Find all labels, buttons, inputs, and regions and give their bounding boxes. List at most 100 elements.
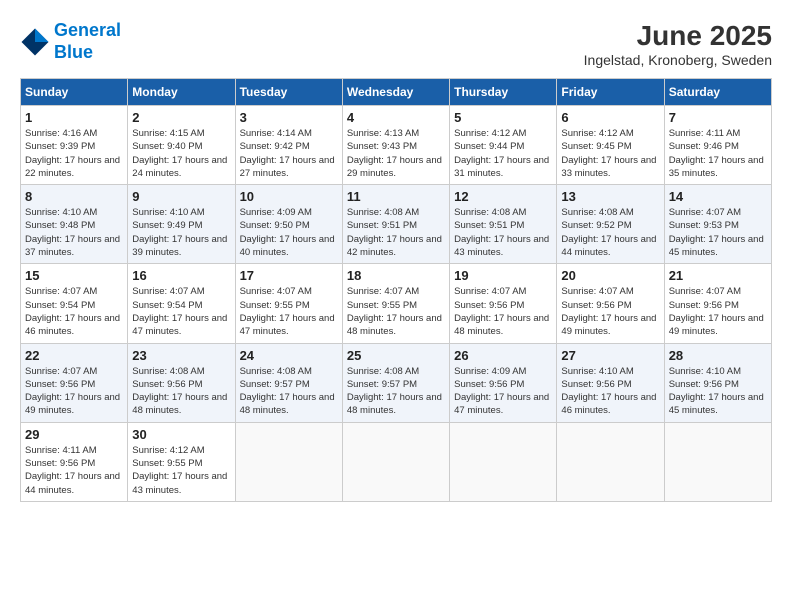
day-cell-21: 21Sunrise: 4:07 AMSunset: 9:56 PMDayligh… <box>664 264 771 343</box>
day-info: Sunrise: 4:14 AMSunset: 9:42 PMDaylight:… <box>240 127 338 180</box>
title-area: June 2025 Ingelstad, Kronoberg, Sweden <box>584 20 772 68</box>
week-row-5: 29Sunrise: 4:11 AMSunset: 9:56 PMDayligh… <box>21 422 772 501</box>
logo: General Blue <box>20 20 121 63</box>
day-number: 25 <box>347 348 445 363</box>
day-cell-7: 7Sunrise: 4:11 AMSunset: 9:46 PMDaylight… <box>664 106 771 185</box>
day-info: Sunrise: 4:10 AMSunset: 9:56 PMDaylight:… <box>561 365 659 418</box>
day-cell-9: 9 Sunrise: 4:10 AMSunset: 9:49 PMDaylight… <box>128 185 235 264</box>
day-info: Sunrise: 4:07 AMSunset: 9:56 PMDaylight:… <box>454 285 552 338</box>
day-info: Sunrise: 4:07 AMSunset: 9:53 PMDaylight:… <box>669 206 767 259</box>
day-info: Sunrise: 4:08 AMSunset: 9:57 PMDaylight:… <box>347 365 445 418</box>
day-number: 28 <box>669 348 767 363</box>
day-info: Sunrise: 4:07 AMSunset: 9:54 PMDaylight:… <box>132 285 230 338</box>
day-number: 17 <box>240 268 338 283</box>
day-number: 2 <box>132 110 230 125</box>
col-friday: Friday <box>557 79 664 106</box>
day-number: 26 <box>454 348 552 363</box>
day-info: Sunrise: 4:15 AMSunset: 9:40 PMDaylight:… <box>132 127 230 180</box>
day-number: 18 <box>347 268 445 283</box>
day-number: 1 <box>25 110 123 125</box>
day-cell-26: 26Sunrise: 4:09 AMSunset: 9:56 PMDayligh… <box>450 343 557 422</box>
day-cell-20: 20 Sunrise: 4:07 AMSunset: 9:56 PMDayligh… <box>557 264 664 343</box>
day-number: 21 <box>669 268 767 283</box>
day-number: 19 <box>454 268 552 283</box>
logo-text: General Blue <box>54 20 121 63</box>
day-info: Sunrise: 4:07 AMSunset: 9:55 PMDaylight:… <box>240 285 338 338</box>
day-number: 8 <box>25 189 123 204</box>
day-number: 22 <box>25 348 123 363</box>
day-cell-18: 18 Sunrise: 4:07 AMSunset: 9:55 PMDayligh… <box>342 264 449 343</box>
week-row-2: 8 Sunrise: 4:10 AMSunset: 9:48 PMDaylight… <box>21 185 772 264</box>
col-sunday: Sunday <box>21 79 128 106</box>
day-info: Sunrise: 4:11 AMSunset: 9:56 PMDaylight:… <box>25 444 123 497</box>
day-number: 16 <box>132 268 230 283</box>
day-info: Sunrise: 4:08 AMSunset: 9:51 PMDaylight:… <box>454 206 552 259</box>
day-cell-25: 25 Sunrise: 4:08 AMSunset: 9:57 PMDayligh… <box>342 343 449 422</box>
day-cell-22: 22 Sunrise: 4:07 AMSunset: 9:56 PMDayligh… <box>21 343 128 422</box>
empty-cell <box>450 422 557 501</box>
day-number: 6 <box>561 110 659 125</box>
day-number: 15 <box>25 268 123 283</box>
empty-cell <box>664 422 771 501</box>
day-info: Sunrise: 4:07 AMSunset: 9:56 PMDaylight:… <box>25 365 123 418</box>
week-row-4: 22 Sunrise: 4:07 AMSunset: 9:56 PMDayligh… <box>21 343 772 422</box>
week-row-1: 1 Sunrise: 4:16 AMSunset: 9:39 PMDaylight… <box>21 106 772 185</box>
day-info: Sunrise: 4:16 AMSunset: 9:39 PMDaylight:… <box>25 127 123 180</box>
day-cell-10: 10Sunrise: 4:09 AMSunset: 9:50 PMDayligh… <box>235 185 342 264</box>
day-info: Sunrise: 4:08 AMSunset: 9:52 PMDaylight:… <box>561 206 659 259</box>
day-info: Sunrise: 4:08 AMSunset: 9:56 PMDaylight:… <box>132 365 230 418</box>
day-cell-28: 28 Sunrise: 4:10 AMSunset: 9:56 PMDayligh… <box>664 343 771 422</box>
day-info: Sunrise: 4:08 AMSunset: 9:51 PMDaylight:… <box>347 206 445 259</box>
day-cell-1: 1 Sunrise: 4:16 AMSunset: 9:39 PMDaylight… <box>21 106 128 185</box>
day-info: Sunrise: 4:08 AMSunset: 9:57 PMDaylight:… <box>240 365 338 418</box>
col-wednesday: Wednesday <box>342 79 449 106</box>
day-info: Sunrise: 4:12 AMSunset: 9:44 PMDaylight:… <box>454 127 552 180</box>
day-number: 20 <box>561 268 659 283</box>
day-cell-12: 12 Sunrise: 4:08 AMSunset: 9:51 PMDayligh… <box>450 185 557 264</box>
day-info: Sunrise: 4:13 AMSunset: 9:43 PMDaylight:… <box>347 127 445 180</box>
day-cell-8: 8 Sunrise: 4:10 AMSunset: 9:48 PMDaylight… <box>21 185 128 264</box>
day-cell-19: 19 Sunrise: 4:07 AMSunset: 9:56 PMDayligh… <box>450 264 557 343</box>
day-cell-24: 24 Sunrise: 4:08 AMSunset: 9:57 PMDayligh… <box>235 343 342 422</box>
day-info: Sunrise: 4:07 AMSunset: 9:54 PMDaylight:… <box>25 285 123 338</box>
calendar-table: Sunday Monday Tuesday Wednesday Thursday… <box>20 78 772 502</box>
day-info: Sunrise: 4:07 AMSunset: 9:55 PMDaylight:… <box>347 285 445 338</box>
day-number: 9 <box>132 189 230 204</box>
day-number: 24 <box>240 348 338 363</box>
week-row-3: 15 Sunrise: 4:07 AMSunset: 9:54 PMDayligh… <box>21 264 772 343</box>
day-info: Sunrise: 4:10 AMSunset: 9:56 PMDaylight:… <box>669 365 767 418</box>
day-info: Sunrise: 4:07 AMSunset: 9:56 PMDaylight:… <box>561 285 659 338</box>
logo-icon <box>20 27 50 57</box>
col-monday: Monday <box>128 79 235 106</box>
day-cell-17: 17 Sunrise: 4:07 AMSunset: 9:55 PMDayligh… <box>235 264 342 343</box>
empty-cell <box>557 422 664 501</box>
day-cell-2: 2 Sunrise: 4:15 AMSunset: 9:40 PMDaylight… <box>128 106 235 185</box>
day-number: 11 <box>347 189 445 204</box>
day-cell-23: 23 Sunrise: 4:08 AMSunset: 9:56 PMDayligh… <box>128 343 235 422</box>
day-cell-27: 27Sunrise: 4:10 AMSunset: 9:56 PMDayligh… <box>557 343 664 422</box>
day-cell-29: 29Sunrise: 4:11 AMSunset: 9:56 PMDayligh… <box>21 422 128 501</box>
day-cell-16: 16 Sunrise: 4:07 AMSunset: 9:54 PMDayligh… <box>128 264 235 343</box>
day-number: 13 <box>561 189 659 204</box>
day-cell-13: 13 Sunrise: 4:08 AMSunset: 9:52 PMDayligh… <box>557 185 664 264</box>
day-number: 23 <box>132 348 230 363</box>
day-number: 30 <box>132 427 230 442</box>
day-cell-3: 3Sunrise: 4:14 AMSunset: 9:42 PMDaylight… <box>235 106 342 185</box>
day-info: Sunrise: 4:12 AMSunset: 9:45 PMDaylight:… <box>561 127 659 180</box>
day-cell-30: 30 Sunrise: 4:12 AMSunset: 9:55 PMDayligh… <box>128 422 235 501</box>
day-info: Sunrise: 4:10 AMSunset: 9:48 PMDaylight:… <box>25 206 123 259</box>
day-number: 5 <box>454 110 552 125</box>
day-info: Sunrise: 4:12 AMSunset: 9:55 PMDaylight:… <box>132 444 230 497</box>
day-info: Sunrise: 4:10 AMSunset: 9:49 PMDaylight:… <box>132 206 230 259</box>
day-cell-4: 4Sunrise: 4:13 AMSunset: 9:43 PMDaylight… <box>342 106 449 185</box>
empty-cell <box>235 422 342 501</box>
day-number: 12 <box>454 189 552 204</box>
empty-cell <box>342 422 449 501</box>
day-number: 7 <box>669 110 767 125</box>
header: General Blue June 2025 Ingelstad, Kronob… <box>20 20 772 68</box>
col-thursday: Thursday <box>450 79 557 106</box>
col-saturday: Saturday <box>664 79 771 106</box>
day-cell-11: 11 Sunrise: 4:08 AMSunset: 9:51 PMDayligh… <box>342 185 449 264</box>
day-number: 14 <box>669 189 767 204</box>
col-tuesday: Tuesday <box>235 79 342 106</box>
